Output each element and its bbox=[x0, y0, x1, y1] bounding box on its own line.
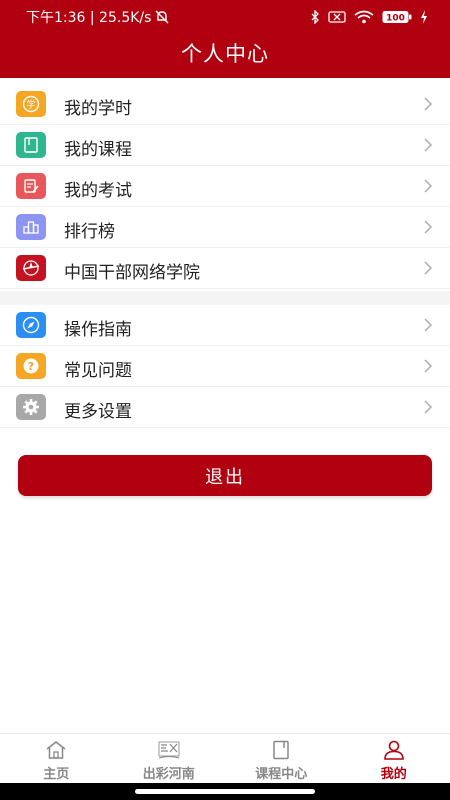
menu-label: 我的学时 bbox=[64, 99, 132, 119]
menu-item-faq[interactable]: ? 常见问题 bbox=[0, 346, 450, 387]
menu-label: 我的课程 bbox=[64, 140, 132, 160]
menu-item-study-hours[interactable]: 学 我的学时 bbox=[0, 84, 450, 125]
svg-text:学: 学 bbox=[26, 99, 35, 111]
ranking-icon bbox=[16, 214, 46, 240]
person-icon bbox=[382, 740, 406, 760]
book-icon bbox=[269, 740, 293, 760]
menu-label: 更多设置 bbox=[64, 402, 132, 422]
menu-item-my-exams[interactable]: 我的考试 bbox=[0, 166, 450, 207]
cadre-college-logo-icon bbox=[16, 255, 46, 281]
question-icon: ? bbox=[16, 353, 46, 379]
tab-label: 课程中心 bbox=[255, 767, 308, 782]
battery-icon: 100 bbox=[382, 10, 412, 24]
menu-group-primary: 学 我的学时 我的课程 我的考试 排行榜 中国干部网络学院 bbox=[0, 84, 450, 289]
menu-label: 常见问题 bbox=[64, 361, 132, 381]
wifi-icon bbox=[354, 10, 374, 24]
menu-label: 排行榜 bbox=[64, 222, 115, 242]
henan-icon bbox=[157, 740, 181, 760]
tab-label: 出彩河南 bbox=[142, 767, 195, 782]
tab-mine[interactable]: 我的 bbox=[338, 734, 450, 783]
chevron-right-icon bbox=[424, 261, 433, 275]
tab-home[interactable]: 主页 bbox=[0, 734, 113, 783]
logout-button[interactable]: 退出 bbox=[18, 455, 432, 496]
menu-item-ranking[interactable]: 排行榜 bbox=[0, 207, 450, 248]
sim-off-icon bbox=[328, 11, 346, 23]
tab-henan[interactable]: 出彩河南 bbox=[113, 734, 226, 783]
page-title: 个人中心 bbox=[181, 42, 269, 66]
home-indicator[interactable] bbox=[135, 789, 315, 794]
section-divider bbox=[0, 291, 450, 305]
menu-group-secondary: 操作指南 ? 常见问题 更多设置 bbox=[0, 305, 450, 428]
chevron-right-icon bbox=[424, 359, 433, 373]
gear-icon bbox=[16, 394, 46, 420]
bluetooth-icon bbox=[310, 10, 320, 24]
menu-label: 中国干部网络学院 bbox=[64, 263, 200, 283]
chevron-right-icon bbox=[424, 220, 433, 234]
tab-label: 主页 bbox=[43, 767, 70, 782]
mute-bell-icon bbox=[155, 10, 169, 24]
menu-item-my-courses[interactable]: 我的课程 bbox=[0, 125, 450, 166]
menu-label: 我的考试 bbox=[64, 181, 132, 201]
chevron-right-icon bbox=[424, 97, 433, 111]
tab-course-center[interactable]: 课程中心 bbox=[225, 734, 338, 783]
chevron-right-icon bbox=[424, 400, 433, 414]
chevron-right-icon bbox=[424, 318, 433, 332]
battery-level: 100 bbox=[386, 14, 405, 24]
chevron-right-icon bbox=[424, 138, 433, 152]
menu-item-guide[interactable]: 操作指南 bbox=[0, 305, 450, 346]
charging-icon bbox=[420, 10, 428, 24]
menu-label: 操作指南 bbox=[64, 320, 132, 340]
compass-icon bbox=[16, 312, 46, 338]
study-hours-icon: 学 bbox=[16, 91, 46, 117]
menu-item-cadre-college[interactable]: 中国干部网络学院 bbox=[0, 248, 450, 289]
home-icon bbox=[44, 740, 68, 760]
status-bar: 下午1:36 | 25.5K/s 100 bbox=[0, 0, 450, 34]
navigation-gesture-bar bbox=[0, 783, 450, 800]
bottom-tab-bar: 主页 出彩河南 课程中心 我的 bbox=[0, 733, 450, 783]
header: 下午1:36 | 25.5K/s 100 个人中心 bbox=[0, 0, 450, 78]
chevron-right-icon bbox=[424, 179, 433, 193]
menu-item-settings[interactable]: 更多设置 bbox=[0, 387, 450, 428]
tab-label: 我的 bbox=[380, 767, 407, 782]
status-time-speed: 下午1:36 | 25.5K/s bbox=[26, 10, 152, 26]
course-book-icon bbox=[16, 132, 46, 158]
svg-text:?: ? bbox=[28, 360, 34, 373]
exam-icon bbox=[16, 173, 46, 199]
